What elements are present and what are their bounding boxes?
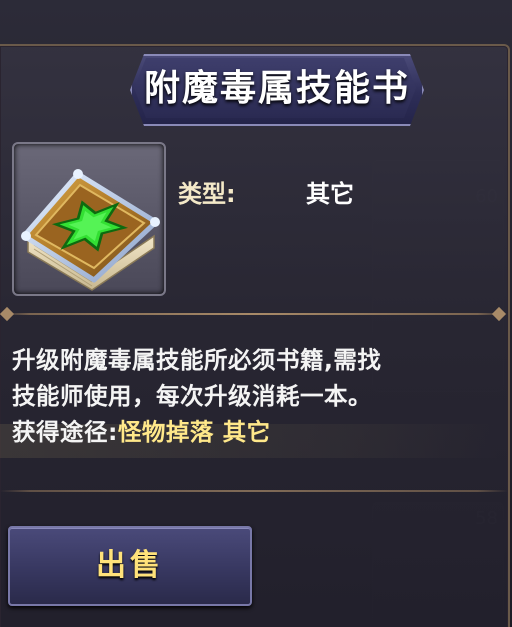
game-screen: 60 58 附魔毒属技能书: [0, 0, 512, 627]
description-line: 升级附魔毒属技能所必须书籍,需找: [12, 346, 382, 374]
sell-button[interactable]: 出售: [8, 526, 252, 606]
source-row: 获得途径:怪物掉落 其它: [12, 414, 504, 450]
source-value: 怪物掉落 其它: [117, 418, 271, 446]
section-divider: [0, 490, 508, 492]
sell-button-label: 出售: [96, 548, 164, 583]
item-type-value: 其它: [306, 180, 354, 208]
item-title: 附魔毒属技能书: [143, 68, 410, 109]
green-star-skill-book-icon: [21, 169, 160, 291]
item-type-label: 类型:: [178, 180, 236, 208]
source-label: 获得途径:: [12, 418, 118, 446]
section-divider: [0, 313, 508, 315]
description-line: 技能师使用，每次升级消耗一本。: [12, 382, 372, 410]
item-icon-frame: [12, 142, 166, 296]
item-description: 升级附魔毒属技能所必须书籍,需找 技能师使用，每次升级消耗一本。 获得途径:怪物…: [12, 342, 504, 450]
